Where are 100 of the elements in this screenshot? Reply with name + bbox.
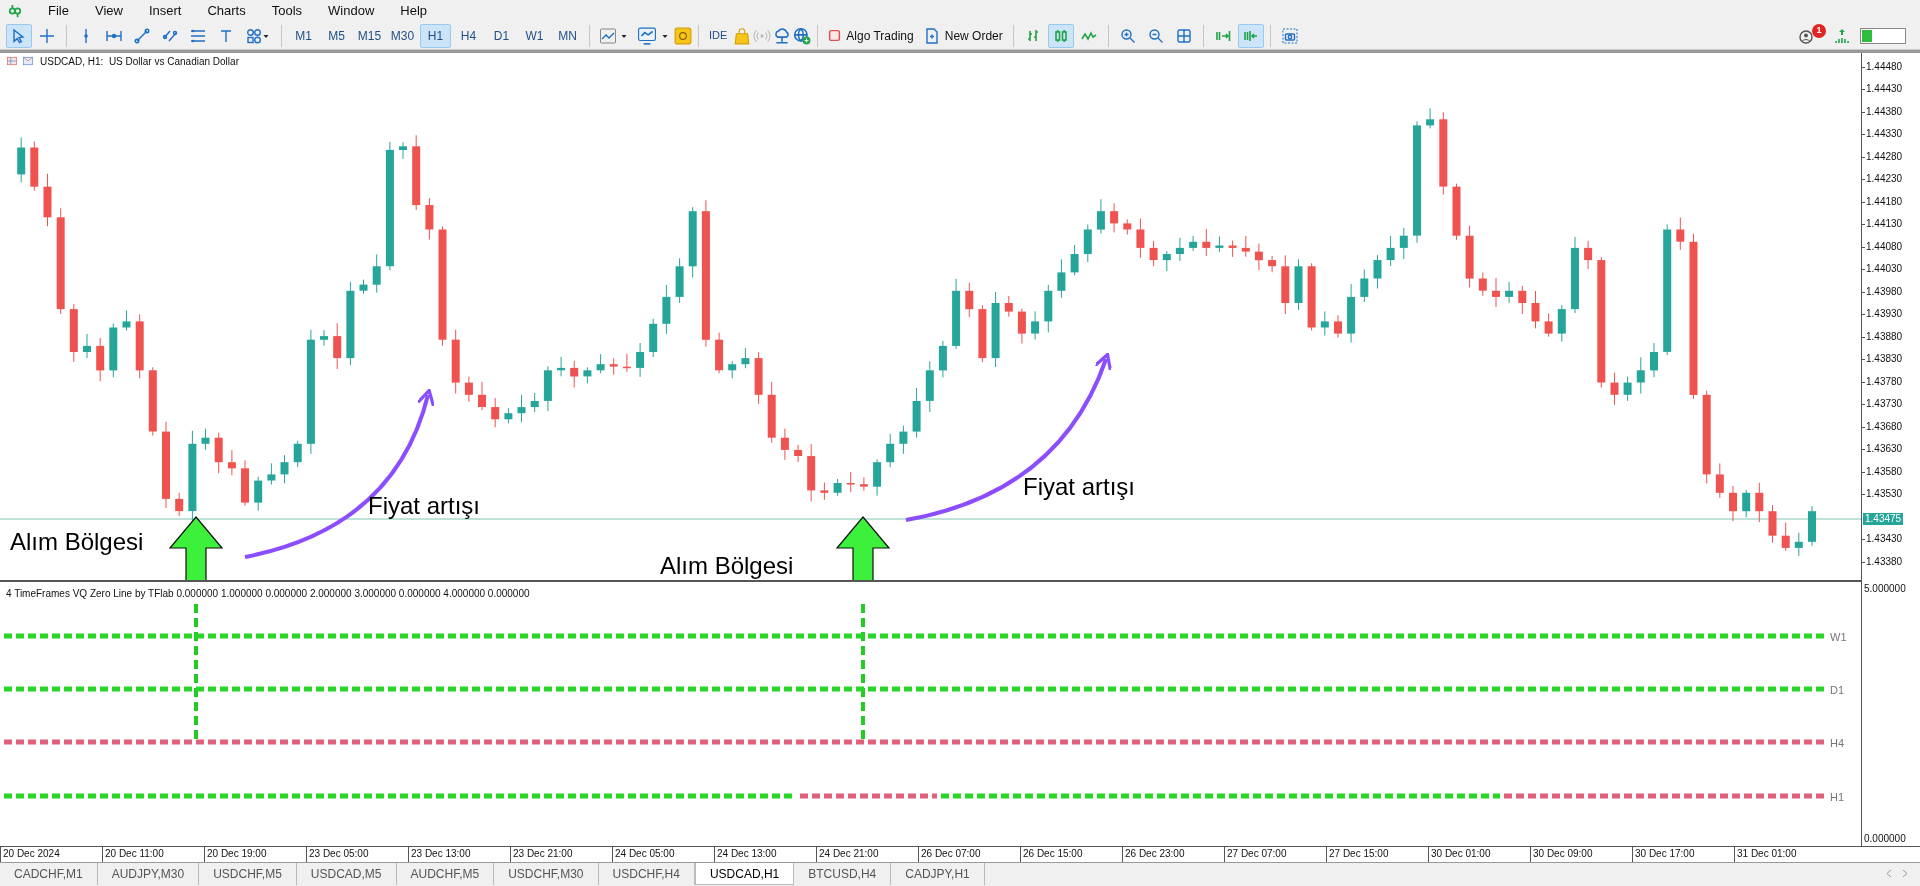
timeframe-button[interactable]: H4 <box>453 23 484 48</box>
indicator-scale-label: 5.000000 <box>1864 584 1906 594</box>
buy-zone-label: Alım Bölgesi <box>10 529 144 554</box>
timeframe-button[interactable]: M30 <box>387 23 418 48</box>
timeframe-button[interactable]: H1 <box>420 23 451 48</box>
scroll-left-icon[interactable] <box>1886 869 1892 878</box>
timeframe-button[interactable]: M15 <box>354 23 385 48</box>
shopping-bag-icon[interactable] <box>733 26 752 45</box>
timeframe-line-label: D1 <box>1830 683 1845 698</box>
time-label: 30 Dec 01:00 <box>1431 848 1491 859</box>
up-arrow <box>168 516 224 580</box>
time-label: 20 Dec 19:00 <box>207 848 267 859</box>
monitor-icon <box>636 26 658 45</box>
time-label: 24 Dec 05:00 <box>615 848 675 859</box>
scroll-right-icon[interactable] <box>1902 869 1908 878</box>
time-label: 30 Dec 17:00 <box>1635 848 1695 859</box>
timeframe-line-label: W1 <box>1830 630 1847 645</box>
price-label: 1.44130 <box>1866 219 1903 230</box>
price-label: 1.43780 <box>1866 376 1903 387</box>
time-label: 23 Dec 05:00 <box>309 848 369 859</box>
price-label: 1.43680 <box>1866 421 1903 432</box>
time-label: 20 Dec 2024 <box>3 848 60 859</box>
candlestick-button[interactable] <box>1047 23 1074 48</box>
zoom-out-icon <box>1147 27 1164 44</box>
chart-tab[interactable]: AUDJPY,M30 <box>97 863 200 885</box>
connection-icon[interactable] <box>1834 26 1850 45</box>
chart-tab[interactable]: CADCHF,M1 <box>0 863 98 885</box>
chart-tab[interactable]: USDCHF,M5 <box>199 863 297 885</box>
time-label: 26 Dec 07:00 <box>921 848 981 859</box>
account-icon[interactable] <box>1798 28 1814 45</box>
chart-title: USDCAD, H1: US Dollar vs Canadian Dollar <box>40 55 239 69</box>
globe-plus-icon[interactable] <box>793 26 812 45</box>
shapes-icon <box>246 27 262 44</box>
chart-tab[interactable]: BTCUSD,H4 <box>794 863 892 885</box>
square-icon <box>828 29 842 42</box>
chart-tab[interactable]: USDCHF,M30 <box>494 863 599 885</box>
time-label: 26 Dec 23:00 <box>1125 848 1185 859</box>
zoom-in-icon <box>1119 27 1136 44</box>
new-order-button[interactable]: New Order <box>919 23 1007 48</box>
menu-item[interactable]: File <box>48 1 69 21</box>
chart-shift-button[interactable] <box>1237 23 1264 48</box>
current-price-label: 1.43475 <box>1863 513 1904 525</box>
price-label: 1.43380 <box>1866 556 1903 567</box>
menu-item[interactable]: Charts <box>207 1 246 21</box>
timeframe-button[interactable]: W1 <box>519 23 550 48</box>
price-label: 1.44080 <box>1866 241 1903 252</box>
timeframe-button[interactable]: MN <box>552 23 583 48</box>
time-label: 23 Dec 13:00 <box>411 848 471 859</box>
timeframe-button[interactable]: D1 <box>486 23 517 48</box>
time-label: 23 Dec 21:00 <box>513 848 573 859</box>
timeframe-line-label: H1 <box>1830 790 1845 805</box>
timeframe-button[interactable]: M1 <box>288 23 319 48</box>
price-label: 1.44480 <box>1866 61 1903 72</box>
time-label: 20 Dec 11:00 <box>105 848 164 859</box>
price-label: 1.44230 <box>1866 174 1903 185</box>
chart-tab[interactable]: USDCAD,M5 <box>296 863 397 885</box>
cloud-icon[interactable] <box>773 26 792 45</box>
price-label: 1.43830 <box>1866 354 1903 365</box>
chart-tab[interactable]: USDCAD,H1 <box>694 863 795 885</box>
indicator-scale-label: 0.000000 <box>1864 834 1906 844</box>
price-label: 1.44280 <box>1866 151 1903 162</box>
timeframe-line-label: H4 <box>1830 736 1845 751</box>
time-label: 30 Dec 09:00 <box>1533 848 1593 859</box>
menu-item[interactable]: Tools <box>271 1 303 21</box>
connection-bar <box>1860 27 1906 44</box>
chart-tab[interactable]: CADJPY,H1 <box>891 863 985 885</box>
price-label: 1.43880 <box>1866 331 1903 342</box>
timeframe-button[interactable]: M5 <box>321 23 352 48</box>
time-label: 31 Dec 01:00 <box>1737 848 1797 859</box>
time-label: 24 Dec 21:00 <box>819 848 879 859</box>
ide-button[interactable]: IDE <box>705 23 732 48</box>
price-label: 1.43730 <box>1866 399 1903 410</box>
menu-item[interactable]: View <box>94 1 123 21</box>
price-label: 1.44330 <box>1866 129 1903 140</box>
chart-grid-icon <box>6 56 18 66</box>
chart-tab[interactable]: AUDCHF,M5 <box>396 863 495 885</box>
tile-windows-icon <box>1175 27 1192 44</box>
candlestick-icon <box>1052 27 1069 44</box>
crosshair-icon <box>39 27 55 44</box>
pointer-icon <box>11 27 27 44</box>
coin-icon[interactable] <box>674 26 692 45</box>
price-label: 1.43580 <box>1866 466 1903 477</box>
menu-item[interactable]: Insert <box>148 1 182 21</box>
chart-tab[interactable]: USDCHF,H4 <box>598 863 695 885</box>
indicator-label: 4 TimeFrames VQ Zero Line by TFlab 0.000000 1.000000 0.000000 2.000000 3.000000 0.000000 4.000000 0.000000 <box>6 587 530 601</box>
pointer-button[interactable] <box>6 23 32 48</box>
price-label: 1.44430 <box>1866 84 1903 95</box>
price-rise-label: Fiyat artışı <box>368 493 481 518</box>
app-icon <box>8 4 22 18</box>
price-label: 1.44380 <box>1866 106 1903 117</box>
trend-line-icon <box>134 27 150 44</box>
time-label: 24 Dec 13:00 <box>717 848 777 859</box>
price-label: 1.43930 <box>1866 309 1903 320</box>
menu-item[interactable]: Window <box>328 1 375 21</box>
line-chart-icon <box>599 27 617 44</box>
menu-item[interactable]: Help <box>400 1 428 21</box>
buy-zone-label: Alım Bölgesi <box>660 553 794 578</box>
price-label: 1.43530 <box>1866 489 1903 500</box>
algo-trading-button[interactable]: Algo Trading <box>824 23 918 48</box>
price-label: 1.43980 <box>1866 286 1903 297</box>
